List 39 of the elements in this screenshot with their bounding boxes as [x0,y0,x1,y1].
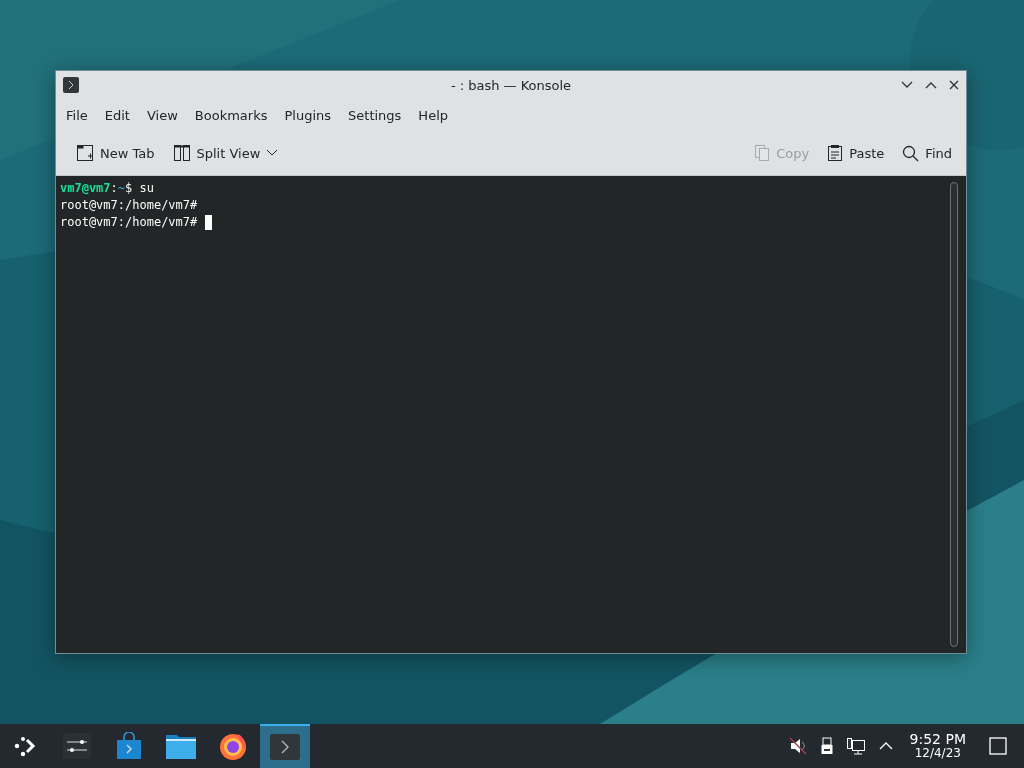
menu-item[interactable]: Plugins [284,104,341,126]
folder-icon [166,733,196,759]
menu-item[interactable]: View [146,104,187,126]
search-icon [902,144,920,162]
launcher-icon [13,734,37,758]
terminal-area[interactable]: vm7@vm7:~$ su root@vm7:/home/vm7# root@vm7:/home/vm7# [56,176,966,653]
scrollbar[interactable] [950,182,958,647]
toolbar-button[interactable]: Split View [166,140,285,166]
terminal-line: vm7@vm7:~$ su [60,180,154,197]
caret-icon [266,149,279,157]
window-title: - : bash — Konsole [449,77,573,93]
new-tab-icon [76,144,94,162]
menu-item[interactable]: Help [418,104,457,126]
toolbar-button[interactable]: Find [896,140,958,166]
muted-speaker-icon[interactable] [788,737,807,755]
copy-icon [754,144,771,162]
clipboard-icon [827,144,844,162]
clock-date[interactable]: 12/4/23 [914,746,961,760]
menu-item[interactable]: Edit [104,104,139,126]
menu-item[interactable]: Bookmarks [194,104,277,126]
terminal-icon [63,77,79,93]
shopping-bag-icon [116,732,142,760]
sliders-icon [63,733,91,759]
toolbar-button[interactable]: New Tab [70,140,161,166]
terminal-icon [270,734,300,760]
expand-up-icon[interactable] [878,742,893,750]
toolbar-button[interactable]: Paste [821,140,891,166]
menu-item[interactable]: Settings [348,104,411,126]
close-icon[interactable] [949,80,959,90]
menu-item[interactable]: File [66,104,97,126]
network-icon[interactable] [846,737,865,755]
show-desktop-icon[interactable] [989,737,1007,755]
split-view-icon [172,144,191,162]
terminal-line: root@vm7:/home/vm7# [60,214,199,231]
clock-time[interactable]: 9:52 PM [909,732,966,746]
maximize-icon[interactable] [925,81,937,89]
terminal-line: root@vm7:/home/vm7# [60,197,198,214]
minimize-icon[interactable] [901,81,913,89]
browser-icon [218,731,248,761]
